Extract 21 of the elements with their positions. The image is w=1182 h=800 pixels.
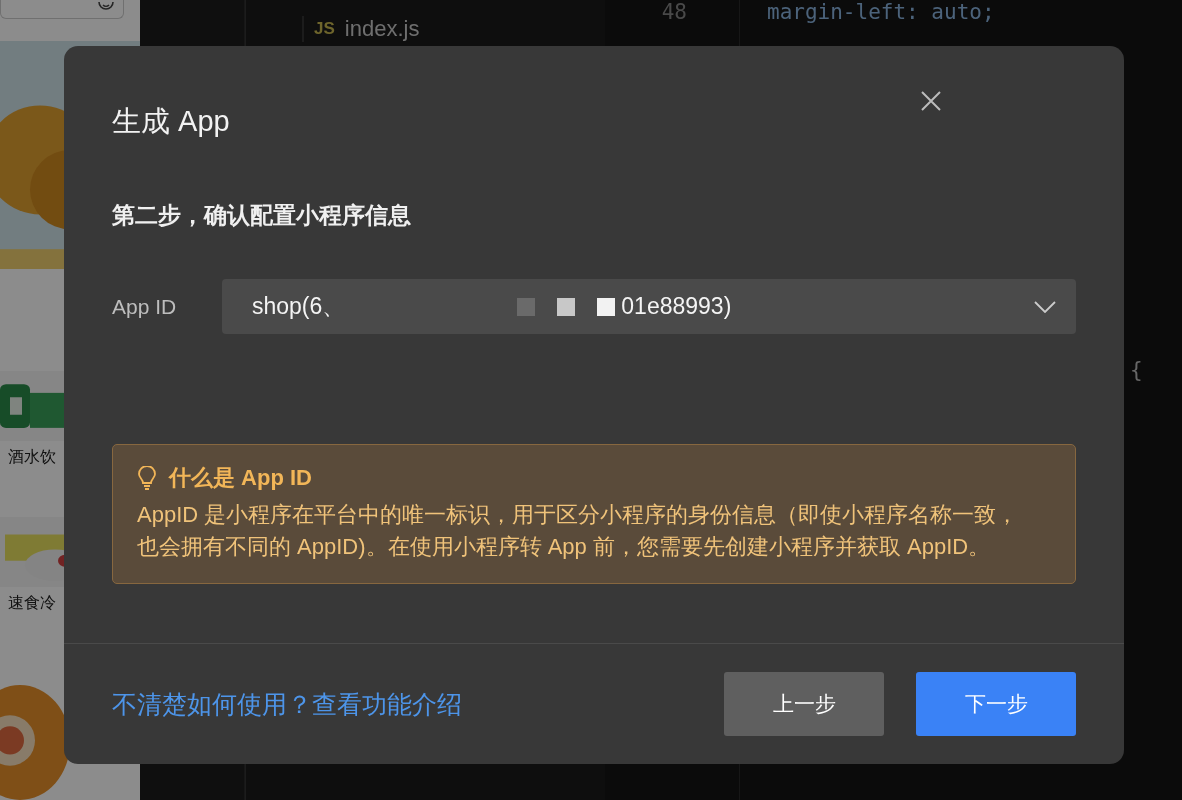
info-text: AppID 是小程序在平台中的唯一标识，用于区分小程序的身份信息（即使小程序名称一致，也会拥有不同的 AppID)。在使用小程序转 App 前，您需要先创建小程序并获取 AppID。	[137, 501, 1020, 561]
redaction-mark	[517, 297, 536, 316]
redaction-mark	[597, 297, 616, 316]
code-line: margin-left: auto;	[767, 0, 996, 24]
info-title: 什么是 App ID	[169, 464, 312, 492]
search-field[interactable]	[0, 0, 124, 19]
back-button[interactable]: 上一步	[724, 672, 884, 736]
field-label: App ID	[112, 294, 178, 319]
lightbulb-icon	[137, 466, 157, 490]
chevron-down-icon	[1034, 300, 1056, 313]
dialog-title: 生成 App	[112, 104, 230, 139]
code-line: {	[1130, 358, 1143, 382]
next-button[interactable]: 下一步	[916, 672, 1076, 736]
file-type-label: JS	[314, 19, 335, 39]
step-title: 第二步，确认配置小程序信息	[112, 201, 412, 230]
help-link[interactable]: 不清楚如何使用？查看功能介绍	[112, 687, 692, 721]
file-name: index.js	[344, 16, 420, 42]
line-number: 48	[660, 0, 687, 24]
app-id-dropdown[interactable]: shop(6、 01e88993)	[222, 279, 1076, 334]
redaction-mark	[557, 297, 576, 316]
close-icon	[920, 90, 942, 112]
